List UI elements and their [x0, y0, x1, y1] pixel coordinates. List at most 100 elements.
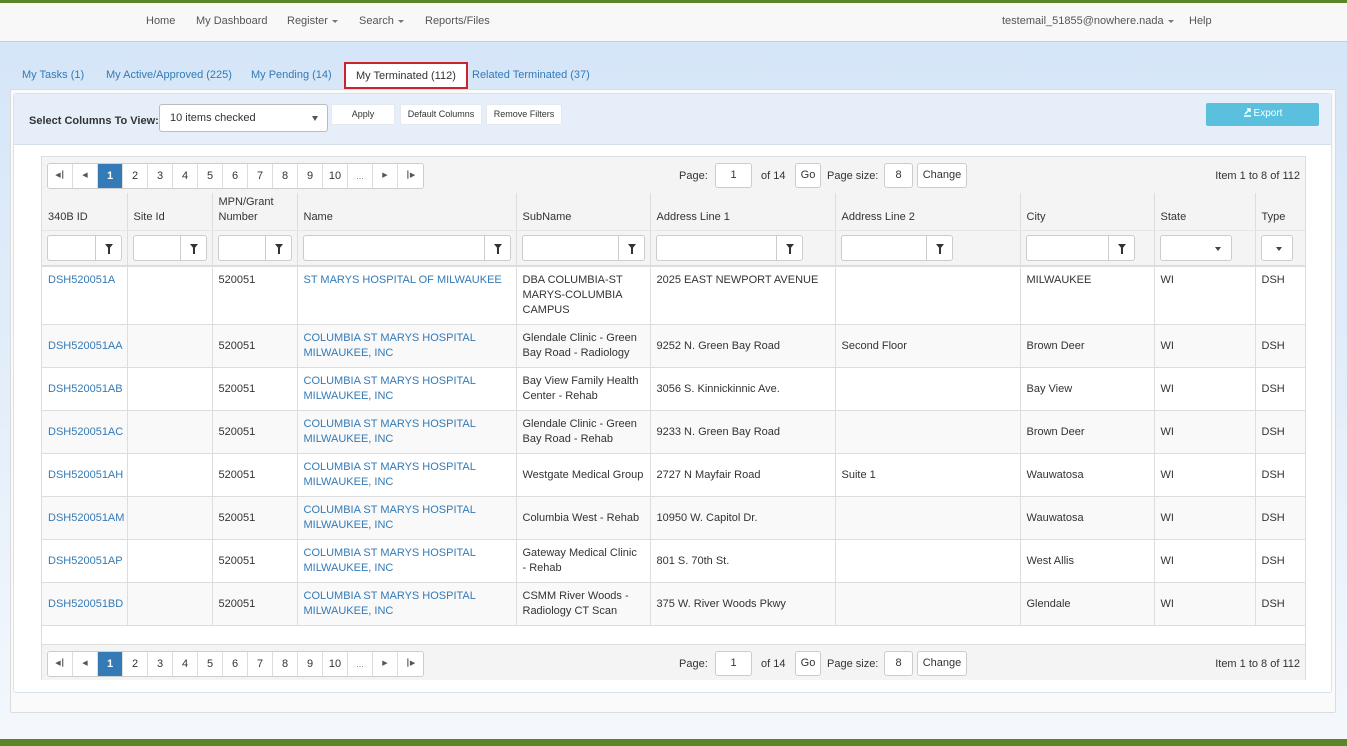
entity-name-link[interactable]: COLUMBIA ST MARYS HOSPITAL MILWAUKEE, IN…	[304, 375, 476, 402]
page-button[interactable]: 3	[148, 652, 173, 676]
filter-input-address-2[interactable]	[840, 234, 926, 261]
page-button[interactable]: 6	[223, 652, 248, 676]
first-page-icon[interactable]: ◀┃	[48, 164, 73, 188]
page-button[interactable]: 5	[198, 652, 223, 676]
page-button[interactable]: 10	[323, 652, 348, 676]
filter-input-mpn[interactable]	[217, 234, 265, 261]
table-row[interactable]: DSH520051AM 520051 COLUMBIA ST MARYS HOSPI…	[42, 496, 1305, 540]
filter-button[interactable]	[179, 234, 207, 261]
page-button[interactable]: 8	[273, 652, 298, 676]
filter-input-address-1[interactable]	[655, 234, 776, 261]
page-button[interactable]: 5	[198, 164, 223, 188]
entity-name-link[interactable]: COLUMBIA ST MARYS HOSPITAL MILWAUKEE, IN…	[304, 418, 476, 445]
entity-name-link[interactable]: COLUMBIA ST MARYS HOSPITAL MILWAUKEE, IN…	[304, 547, 476, 574]
record-id-link[interactable]: DSH520051BD	[48, 598, 123, 610]
tab-my-tasks[interactable]: My Tasks (1)	[12, 61, 94, 89]
tab-my-terminated[interactable]: My Terminated (112)	[344, 62, 468, 89]
filter-button[interactable]	[94, 234, 122, 261]
column-header-subname[interactable]: SubName	[515, 193, 650, 231]
table-row[interactable]: DSH520051AC 520051 COLUMBIA ST MARYS HOSPI…	[42, 410, 1305, 454]
column-header-state[interactable]: State	[1153, 193, 1255, 231]
table-row[interactable]: DSH520051BD 520051 COLUMBIA ST MARYS HOSPI…	[42, 582, 1305, 626]
next-page-icon[interactable]: ▶	[373, 652, 398, 676]
column-header-mpn-grant-number[interactable]: MPN/Grant Number	[211, 193, 297, 231]
column-header-site-id[interactable]: Site Id	[126, 193, 212, 231]
filter-select-type[interactable]	[1260, 234, 1293, 261]
page-button[interactable]: 1	[98, 652, 123, 676]
filter-button[interactable]	[1107, 234, 1135, 261]
page-button[interactable]: 7	[248, 652, 273, 676]
page-ellipsis-button[interactable]: ...	[348, 652, 373, 676]
entity-name-link[interactable]: ST MARYS HOSPITAL OF MILWAUKEE	[304, 274, 502, 286]
filter-input-site-id[interactable]	[132, 234, 180, 261]
go-button[interactable]: Go	[795, 651, 821, 676]
filter-button[interactable]	[775, 234, 803, 261]
page-size-input[interactable]: 8	[884, 163, 913, 188]
filter-button[interactable]	[617, 234, 645, 261]
record-id-link[interactable]: DSH520051AA	[48, 340, 123, 352]
entity-name-link[interactable]: COLUMBIA ST MARYS HOSPITAL MILWAUKEE, IN…	[304, 461, 476, 488]
export-button[interactable]: Export	[1206, 103, 1319, 126]
page-button[interactable]: 3	[148, 164, 173, 188]
table-row[interactable]: DSH520051A 520051 ST MARYS HOSPITAL OF MIL…	[42, 266, 1305, 325]
page-button[interactable]: 2	[123, 164, 148, 188]
nav-register[interactable]: Register	[287, 15, 338, 27]
last-page-icon[interactable]: ┃▶	[398, 652, 423, 676]
page-button[interactable]: 10	[323, 164, 348, 188]
remove-filters-button[interactable]: Remove Filters	[486, 104, 562, 125]
record-id-link[interactable]: DSH520051AM	[48, 512, 124, 524]
user-menu[interactable]: testemail_51855@nowhere.nada	[1002, 15, 1174, 27]
columns-select[interactable]: 10 items checked	[159, 104, 328, 132]
filter-input-name[interactable]	[302, 234, 484, 261]
record-id-link[interactable]: DSH520051AH	[48, 469, 123, 481]
default-columns-button[interactable]: Default Columns	[400, 104, 482, 125]
page-button[interactable]: 4	[173, 164, 198, 188]
table-row[interactable]: DSH520051AH 520051 COLUMBIA ST MARYS HOSPI…	[42, 453, 1305, 497]
prev-page-icon[interactable]: ◀	[73, 164, 98, 188]
nav-reports-files[interactable]: Reports/Files	[425, 15, 490, 27]
filter-input-340b-id[interactable]	[47, 234, 95, 261]
filter-input-subname[interactable]	[521, 234, 618, 261]
page-button[interactable]: 9	[298, 652, 323, 676]
filter-button[interactable]	[483, 234, 511, 261]
column-header-name[interactable]: Name	[296, 193, 516, 231]
apply-button[interactable]: Apply	[331, 104, 395, 125]
filter-select-state[interactable]	[1159, 234, 1232, 261]
record-id-link[interactable]: DSH520051AC	[48, 426, 123, 438]
filter-button[interactable]	[925, 234, 953, 261]
entity-name-link[interactable]: COLUMBIA ST MARYS HOSPITAL MILWAUKEE, IN…	[304, 590, 476, 617]
column-header-city[interactable]: City	[1019, 193, 1154, 231]
column-header-address-line-2[interactable]: Address Line 2	[834, 193, 1020, 231]
nav-search[interactable]: Search	[359, 15, 404, 27]
page-input[interactable]: 1	[715, 651, 752, 676]
page-button[interactable]: 7	[248, 164, 273, 188]
prev-page-icon[interactable]: ◀	[73, 652, 98, 676]
column-header-340b-id[interactable]: 340B ID	[42, 193, 127, 231]
page-button[interactable]: 4	[173, 652, 198, 676]
entity-name-link[interactable]: COLUMBIA ST MARYS HOSPITAL MILWAUKEE, IN…	[304, 332, 476, 359]
page-input[interactable]: 1	[715, 163, 752, 188]
page-size-input[interactable]: 8	[884, 651, 913, 676]
nav-my-dashboard[interactable]: My Dashboard	[196, 15, 268, 27]
filter-button[interactable]	[264, 234, 292, 261]
record-id-link[interactable]: DSH520051A	[48, 274, 115, 286]
table-row[interactable]: DSH520051AP 520051 COLUMBIA ST MARYS HOSPI…	[42, 539, 1305, 583]
first-page-icon[interactable]: ◀┃	[48, 652, 73, 676]
page-button[interactable]: 2	[123, 652, 148, 676]
nav-home[interactable]: Home	[146, 15, 175, 27]
next-page-icon[interactable]: ▶	[373, 164, 398, 188]
page-ellipsis-button[interactable]: ...	[348, 164, 373, 188]
page-button[interactable]: 9	[298, 164, 323, 188]
page-button[interactable]: 1	[98, 164, 123, 188]
table-row[interactable]: DSH520051AA 520051 COLUMBIA ST MARYS HOSPI…	[42, 324, 1305, 368]
tab-related-terminated[interactable]: Related Terminated (37)	[462, 61, 600, 89]
entity-name-link[interactable]: COLUMBIA ST MARYS HOSPITAL MILWAUKEE, IN…	[304, 504, 476, 531]
page-button[interactable]: 6	[223, 164, 248, 188]
column-header-address-line-1[interactable]: Address Line 1	[649, 193, 835, 231]
tab-my-pending[interactable]: My Pending (14)	[241, 61, 342, 89]
table-row[interactable]: DSH520051AB 520051 COLUMBIA ST MARYS HOSPI…	[42, 367, 1305, 411]
go-button[interactable]: Go	[795, 163, 821, 188]
record-id-link[interactable]: DSH520051AP	[48, 555, 123, 567]
filter-input-city[interactable]	[1025, 234, 1108, 261]
column-header-type[interactable]: Type	[1254, 193, 1305, 231]
